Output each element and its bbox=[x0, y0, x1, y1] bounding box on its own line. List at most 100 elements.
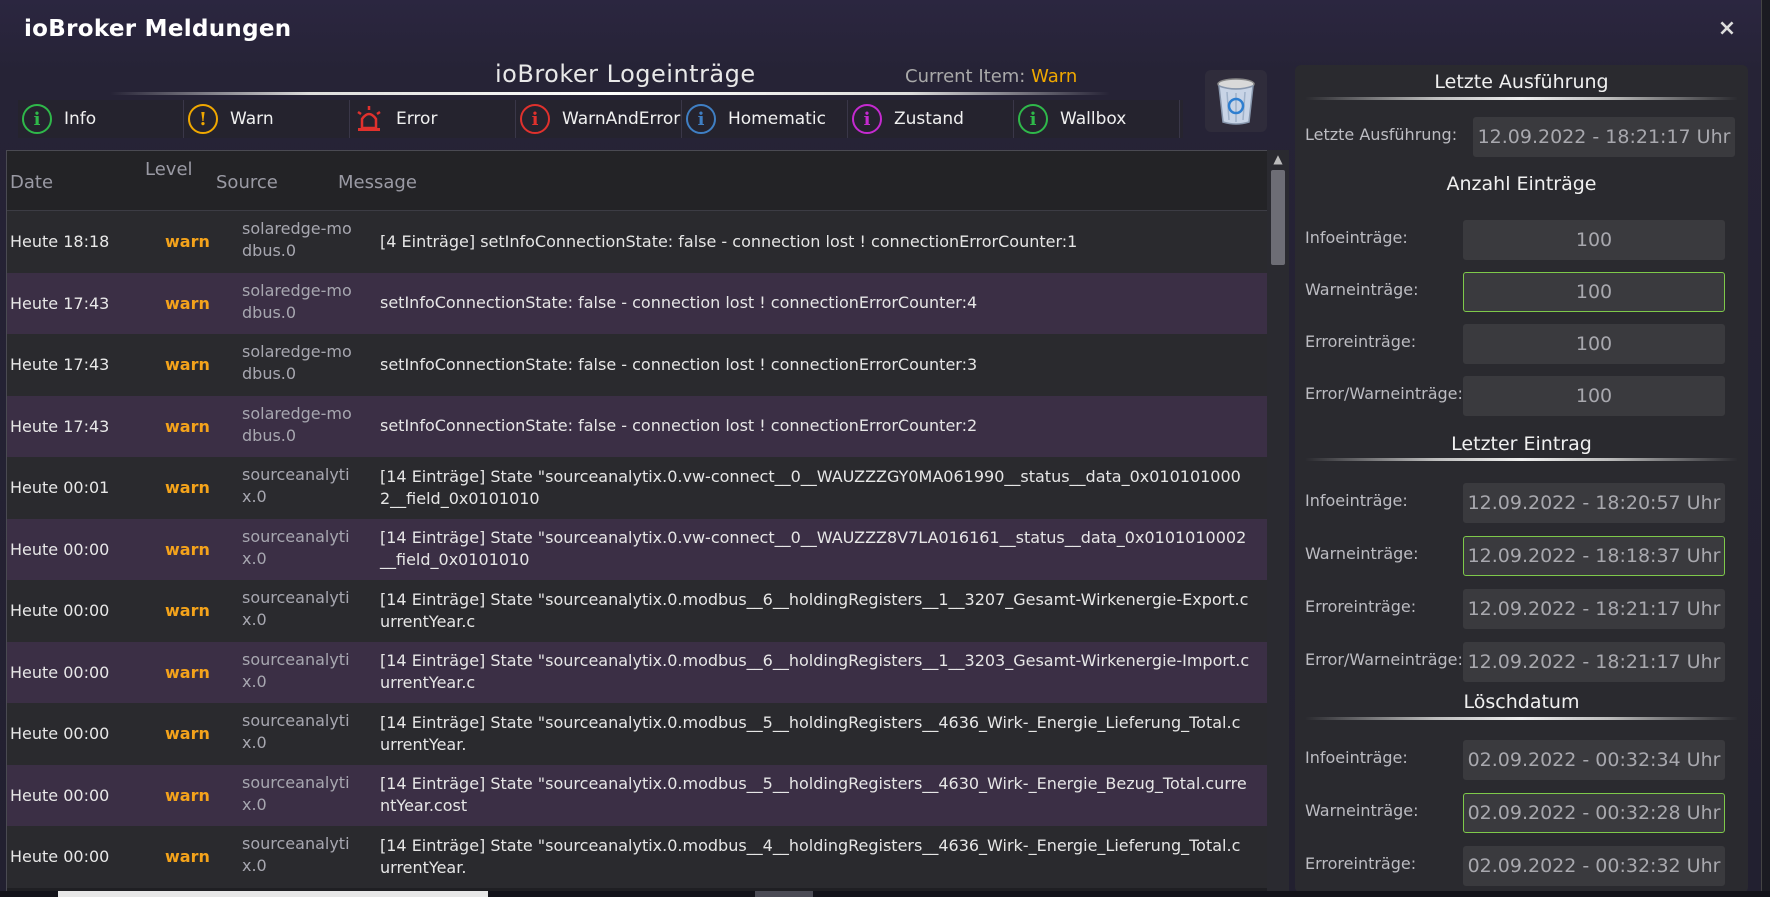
field-label: Error/Warneinträge: bbox=[1305, 384, 1463, 403]
field-value: 12.09.2022 - 18:21:17 Uhr bbox=[1463, 589, 1725, 629]
table-body: Heute 18:18 warn solaredge-modbus.0 [4 Eint… bbox=[7, 211, 1267, 888]
row-message: [14 Einträge] State "sourceanalytix.0.mo… bbox=[380, 589, 1249, 631]
row-level: warn bbox=[165, 539, 210, 559]
table-row[interactable]: Heute 00:01 warn sourceanalytix.0 [14 Eintr… bbox=[7, 457, 1267, 519]
info-icon: i bbox=[852, 104, 882, 134]
row-level: warn bbox=[165, 785, 210, 805]
tab-zustand[interactable]: i Zustand bbox=[848, 100, 1014, 138]
log-title: ioBroker Logeinträge bbox=[495, 60, 756, 88]
filter-tabs: i Info! Warn Error i WarnAndError i Homematic i Z… bbox=[18, 100, 1183, 138]
row-level: warn bbox=[165, 847, 210, 867]
row-message: [14 Einträge] State "sourceanalytix.0.vw… bbox=[380, 528, 1247, 570]
info-icon: i bbox=[686, 104, 716, 134]
row-message: [14 Einträge] State "sourceanalytix.0.vw… bbox=[380, 466, 1241, 508]
field-value: 02.09.2022 - 00:32:28 Uhr bbox=[1463, 793, 1725, 833]
section-divider bbox=[1305, 717, 1738, 720]
field-label: Infoeinträge: bbox=[1305, 228, 1408, 247]
row-source: solaredge-modbus.0 bbox=[242, 280, 352, 322]
field-label: Erroreinträge: bbox=[1305, 597, 1417, 616]
row-level: warn bbox=[165, 416, 210, 436]
tab-warn[interactable]: ! Warn bbox=[184, 100, 350, 138]
field-value: 100 bbox=[1463, 376, 1725, 416]
trash-button[interactable] bbox=[1205, 70, 1267, 132]
table-row[interactable]: Heute 00:00 warn sourceanalytix.0 [14 Eintr… bbox=[7, 518, 1267, 580]
tab-label: Error bbox=[396, 109, 438, 129]
table-row[interactable]: Heute 00:00 warn sourceanalytix.0 [14 Eintr… bbox=[7, 703, 1267, 765]
tab-info[interactable]: i Info bbox=[18, 100, 184, 138]
row-date: Heute 00:00 bbox=[10, 724, 110, 744]
section-divider bbox=[1305, 97, 1738, 100]
row-level: warn bbox=[165, 293, 210, 313]
field-value: 12.09.2022 - 18:20:57 Uhr bbox=[1463, 483, 1725, 523]
field-label: Erroreinträge: bbox=[1305, 854, 1417, 873]
scroll-thumb[interactable] bbox=[1271, 170, 1285, 265]
taskbar bbox=[0, 891, 1770, 897]
info-icon: i bbox=[1018, 104, 1048, 134]
row-source: sourceanalytix.0 bbox=[242, 649, 350, 691]
title-divider bbox=[110, 92, 1110, 95]
row-date: Heute 17:43 bbox=[10, 416, 110, 436]
row-level: warn bbox=[165, 724, 210, 744]
row-source: sourceanalytix.0 bbox=[242, 772, 350, 814]
current-item-label: Current Item: bbox=[905, 66, 1026, 87]
header-date[interactable]: Date bbox=[10, 172, 53, 193]
row-date: Heute 00:00 bbox=[10, 847, 110, 867]
table-row[interactable]: Heute 00:00 warn sourceanalytix.0 [14 Eintr… bbox=[7, 641, 1267, 703]
scroll-up-icon[interactable]: ▲ bbox=[1267, 150, 1289, 168]
row-message: setInfoConnectionState: false - connecti… bbox=[380, 354, 978, 374]
row-source: sourceanalytix.0 bbox=[242, 465, 350, 506]
row-level: warn bbox=[165, 662, 210, 682]
log-table: Date Level Source Message Heute 18:18 war… bbox=[6, 150, 1268, 893]
row-level: warn bbox=[165, 601, 210, 621]
header-message[interactable]: Message bbox=[338, 172, 417, 193]
header-source[interactable]: Source bbox=[216, 172, 278, 193]
taskbar-item[interactable] bbox=[58, 891, 488, 897]
tab-warnanderror[interactable]: i WarnAndError bbox=[516, 100, 682, 138]
tab-label: Homematic bbox=[728, 109, 826, 129]
tab-label: Info bbox=[64, 109, 97, 129]
tab-label: Wallbox bbox=[1060, 109, 1127, 129]
field-label: Warneinträge: bbox=[1305, 544, 1419, 563]
last-run-value: 12.09.2022 - 18:21:17 Uhr bbox=[1473, 117, 1735, 157]
table-row[interactable]: Heute 00:00 warn sourceanalytix.0 [14 Eintr… bbox=[7, 580, 1267, 642]
tab-label: Zustand bbox=[894, 109, 964, 129]
field-label: Error/Warneinträge: bbox=[1305, 650, 1463, 669]
close-icon[interactable]: × bbox=[1716, 18, 1738, 40]
table-scrollbar[interactable]: ▲ bbox=[1267, 150, 1289, 893]
row-level: warn bbox=[165, 355, 210, 375]
siren-icon bbox=[354, 104, 384, 134]
table-row[interactable]: Heute 00:00 warn sourceanalytix.0 [14 Eintr… bbox=[7, 764, 1267, 826]
tab-error[interactable]: Error bbox=[350, 100, 516, 138]
table-row[interactable]: Heute 17:43 warn solaredge-modbus.0 setInfo… bbox=[7, 395, 1267, 457]
trash-icon bbox=[1217, 78, 1255, 125]
last-run-label: Letzte Ausführung: bbox=[1305, 125, 1458, 144]
taskbar-item[interactable] bbox=[755, 891, 813, 897]
row-message: [14 Einträge] State "sourceanalytix.0.mo… bbox=[380, 835, 1241, 877]
tab-homematic[interactable]: i Homematic bbox=[682, 100, 848, 138]
tab-label: WarnAndError bbox=[562, 109, 681, 129]
row-message: [4 Einträge] setInfoConnectionState: fal… bbox=[380, 231, 1078, 251]
table-row[interactable]: Heute 18:18 warn solaredge-modbus.0 [4 Eint… bbox=[7, 211, 1267, 273]
table-header: Date Level Source Message bbox=[7, 151, 1267, 211]
row-message: [14 Einträge] State "sourceanalytix.0.mo… bbox=[380, 651, 1250, 693]
header-level[interactable]: Level bbox=[145, 159, 193, 180]
row-date: Heute 00:00 bbox=[10, 662, 110, 682]
row-date: Heute 00:01 bbox=[10, 478, 110, 498]
table-row[interactable]: Heute 17:43 warn solaredge-modbus.0 setInfo… bbox=[7, 272, 1267, 334]
field-value: 100 bbox=[1463, 272, 1725, 312]
tab-label: Warn bbox=[230, 109, 274, 129]
section-title-last-run: Letzte Ausführung bbox=[1434, 71, 1609, 93]
dialog-window: ioBroker Meldungen × ioBroker Logeinträg… bbox=[0, 0, 1762, 893]
section-title-counts: Anzahl Einträge bbox=[1446, 173, 1597, 195]
field-label: Infoeinträge: bbox=[1305, 748, 1408, 767]
table-row[interactable]: Heute 17:43 warn solaredge-modbus.0 setInfo… bbox=[7, 334, 1267, 396]
table-row[interactable]: Heute 00:00 warn sourceanalytix.0 [14 Eintr… bbox=[7, 826, 1267, 888]
row-source: solaredge-modbus.0 bbox=[242, 403, 352, 445]
current-item-value: Warn bbox=[1031, 66, 1078, 87]
row-date: Heute 17:43 bbox=[10, 355, 110, 375]
field-value: 100 bbox=[1463, 324, 1725, 364]
warning-icon: ! bbox=[188, 104, 218, 134]
tab-wallbox[interactable]: i Wallbox bbox=[1014, 100, 1180, 138]
row-message: setInfoConnectionState: false - connecti… bbox=[380, 293, 978, 313]
field-label: Warneinträge: bbox=[1305, 801, 1419, 820]
